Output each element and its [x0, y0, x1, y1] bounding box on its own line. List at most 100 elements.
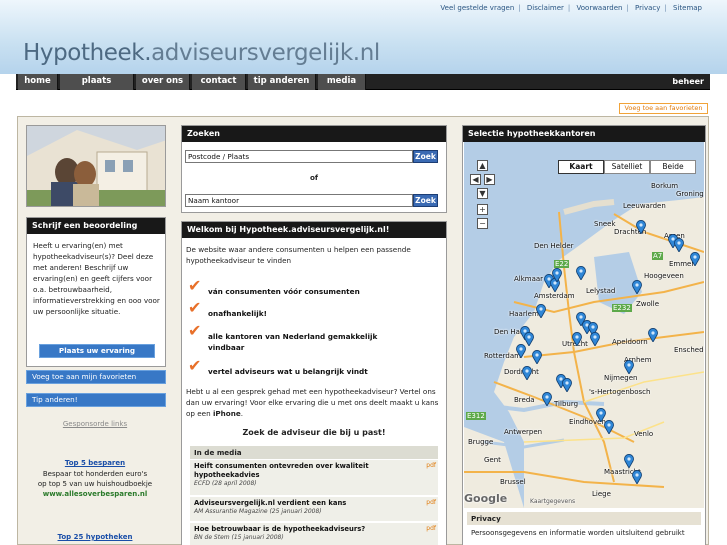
sponsored-links-label: Gesponsorde links — [62, 420, 128, 428]
top-link-voorwaarden[interactable]: Voorwaarden — [577, 4, 623, 12]
city-label: Amsterdam — [534, 292, 575, 300]
map-type-satelliet[interactable]: Satelliet — [604, 160, 650, 174]
map-marker-icon[interactable] — [624, 454, 634, 468]
nav-home[interactable]: home — [18, 74, 58, 90]
check-icon: ✔ — [188, 298, 202, 317]
pan-down-icon[interactable]: ▼ — [477, 188, 488, 199]
city-label: Groningen — [676, 190, 704, 198]
map-marker-icon[interactable] — [542, 392, 552, 406]
city-label: Zwolle — [636, 300, 659, 308]
zoom-in-icon[interactable]: + — [477, 204, 488, 215]
media-item-2[interactable]: Adviseursvergelijk.nl verdient een kans … — [190, 496, 438, 521]
media-item-title[interactable]: Heift consumenten ontevreden over kwalit… — [194, 462, 394, 480]
map-marker-icon[interactable] — [624, 360, 634, 374]
city-label: Brugge — [468, 438, 494, 446]
media-item-3[interactable]: Hoe betrouwbaar is de hypotheekadviseurs… — [190, 522, 438, 545]
map-marker-icon[interactable] — [632, 470, 642, 484]
map-marker-icon[interactable] — [632, 280, 642, 294]
map-marker-icon[interactable] — [552, 268, 562, 282]
zoom-out-icon[interactable]: − — [477, 218, 488, 229]
map-marker-icon[interactable] — [562, 378, 572, 392]
pdf-icon[interactable]: pdf — [426, 462, 436, 469]
review-panel: Schrijf een beoordeling Heeft u ervaring… — [26, 217, 166, 367]
feature-3: alle kantoren van Nederland gemakkelijk … — [208, 332, 378, 352]
city-label: Breda — [514, 396, 535, 404]
pan-up-icon[interactable]: ▲ — [477, 160, 488, 171]
map-marker-icon[interactable] — [636, 220, 646, 234]
map-panel: Selectie hypotheekkantoren Kaart Satelli… — [462, 125, 706, 545]
nav-tip-anderen[interactable]: tip anderen — [248, 74, 316, 90]
welcome-intro: De website waar andere consumenten u hel… — [186, 245, 411, 265]
pdf-icon[interactable]: pdf — [426, 499, 436, 506]
media-title: In de media — [190, 446, 438, 459]
cta-paragraph: Hebt u al een gesprek gehad met een hypo… — [186, 386, 443, 419]
google-logo[interactable]: Google — [464, 492, 507, 505]
pan-right-icon[interactable]: ▶ — [484, 174, 495, 185]
office-name-input[interactable]: Naam kantoor — [185, 194, 413, 207]
map-marker-icon[interactable] — [576, 266, 586, 280]
privacy-text: Persoonsgegevens en informatie worden ui… — [471, 529, 685, 537]
map-marker-icon[interactable] — [536, 304, 546, 318]
city-label: Den Helder — [534, 242, 574, 250]
map-marker-icon[interactable] — [604, 420, 614, 434]
map-marker-icon[interactable] — [572, 332, 582, 346]
map-type-kaart[interactable]: Kaart — [558, 160, 604, 174]
top-link-faq[interactable]: Veel gestelde vragen — [440, 4, 514, 12]
nav-media[interactable]: media — [318, 74, 366, 90]
place-review-button[interactable]: Plaats uw ervaring — [39, 344, 155, 358]
search-panel: Zoeken Postcode / Plaats Zoek of Naam ka… — [181, 125, 447, 213]
tip-others-button[interactable]: Tip anderen! — [26, 393, 166, 407]
map-view[interactable]: Kaart Satelliet Beide ▲ ◀ ▶ ▼ + − Borkum… — [464, 142, 704, 508]
search-name-button[interactable]: Zoek — [413, 194, 438, 207]
map-marker-icon[interactable] — [690, 252, 700, 266]
media-item-source: ECFD (28 april 2008) — [194, 480, 257, 487]
map-marker-icon[interactable] — [516, 344, 526, 358]
pan-left-icon[interactable]: ◀ — [470, 174, 481, 185]
postcode-placeholder: Postcode / Plaats — [188, 152, 250, 161]
feature-1: ván consumenten vóór consumenten — [208, 287, 360, 296]
map-copyright: Kaartgegevens — [530, 498, 576, 505]
add-to-favorites-button[interactable]: Voeg toe aan mijn favorieten — [26, 370, 166, 384]
media-item-title[interactable]: Hoe betrouwbaar is de hypotheekadviseurs… — [194, 525, 434, 534]
map-marker-icon[interactable] — [522, 366, 532, 380]
add-favorites-link[interactable]: Voeg toe aan favorieten — [619, 103, 708, 114]
nav-beheer[interactable]: beheer — [672, 74, 704, 89]
top-link-sitemap[interactable]: Sitemap — [673, 4, 702, 12]
check-icon: ✔ — [188, 356, 202, 375]
couple-photo — [26, 125, 166, 207]
media-item-1[interactable]: Heift consumenten ontevreden over kwalit… — [190, 459, 438, 495]
city-label: Venlo — [634, 430, 654, 438]
road-label: E22 — [554, 260, 570, 268]
top-link-privacy[interactable]: Privacy — [635, 4, 660, 12]
map-marker-icon[interactable] — [648, 328, 658, 342]
ad1-url[interactable]: www.allesoverbesparen.nl — [26, 489, 164, 499]
map-marker-icon[interactable] — [674, 238, 684, 252]
welcome-title: Welkom bij Hypotheek.adviseursvergelijk.… — [182, 222, 446, 238]
ad2-title[interactable]: Top 25 hypotheken — [26, 532, 164, 542]
top-link-disclaimer[interactable]: Disclaimer — [527, 4, 564, 12]
privacy-title: Privacy — [467, 512, 701, 525]
ad1-title[interactable]: Top 5 besparen — [26, 458, 164, 468]
city-label: Enschede — [674, 346, 704, 354]
search-title: Zoeken — [182, 126, 446, 142]
map-panel-title: Selectie hypotheekkantoren — [463, 126, 705, 142]
search-postcode-button[interactable]: Zoek — [413, 150, 438, 163]
review-text: Heeft u ervaring(en) met hypotheekadvise… — [33, 241, 160, 316]
site-logo[interactable]: Hypotheek.adviseursvergelijk.nl — [23, 40, 380, 66]
media-item-source: BN de Stem (15 januari 2008) — [194, 534, 284, 541]
map-marker-icon[interactable] — [590, 332, 600, 346]
postcode-input[interactable]: Postcode / Plaats — [185, 150, 413, 163]
map-marker-icon[interactable] — [532, 350, 542, 364]
nav-contact[interactable]: contact — [192, 74, 246, 90]
nav-over-ons[interactable]: over ons — [136, 74, 190, 90]
city-label: Antwerpen — [504, 428, 543, 436]
logo-text-2: adviseursvergelijk.nl — [151, 40, 380, 66]
cta-prize: iPhone — [212, 409, 241, 418]
map-type-beide[interactable]: Beide — [650, 160, 696, 174]
pdf-icon[interactable]: pdf — [426, 525, 436, 532]
media-item-title[interactable]: Adviseursvergelijk.nl verdient een kans — [194, 499, 434, 508]
nav-plaats-ervaring[interactable]: plaats ervaring — [60, 74, 134, 101]
review-title: Schrijf een beoordeling — [27, 218, 165, 234]
city-label: Alkmaar — [514, 275, 544, 283]
top-links: Veel gestelde vragen | Disclaimer | Voorwa… — [440, 4, 702, 12]
